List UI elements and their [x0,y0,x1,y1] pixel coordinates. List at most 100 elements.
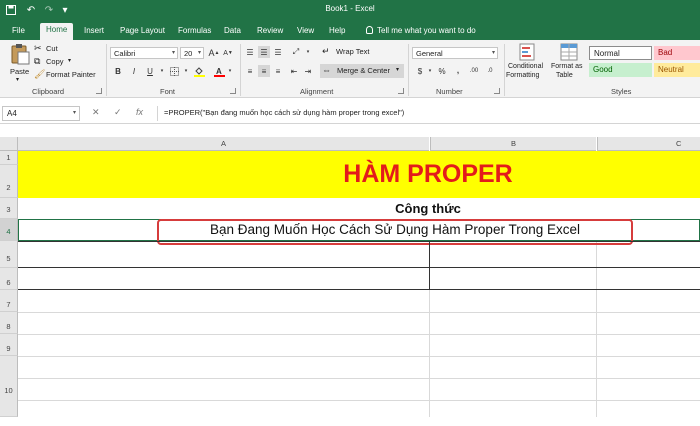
style-good[interactable]: Good [589,63,652,77]
row-header-8[interactable]: 8 [0,312,18,334]
orientation-icon[interactable]: ⤢ [290,46,302,58]
cell-border [429,241,430,290]
font-name-select[interactable]: Calibri ▾ [110,47,178,59]
gridline [18,334,700,335]
result-cell[interactable]: Bạn Đang Muốn Học Cách Sử Dụng Hàm Prope… [157,222,633,237]
align-left-icon[interactable]: ≡ [244,65,256,77]
cell-border [18,267,700,268]
title-cell[interactable]: HÀM PROPER [18,160,700,189]
decrease-indent-icon[interactable]: ⇤ [288,65,300,77]
tab-page-layout[interactable]: Page Layout [114,24,171,40]
name-box[interactable]: A4 ▾ [2,106,80,121]
tab-formulas[interactable]: Formulas [172,24,217,40]
borders-dropdown-icon[interactable]: ▾ [180,65,192,77]
table-label: Table [556,72,573,79]
wrap-text-label: Wrap Text [336,47,370,56]
increase-font-icon[interactable]: A ▲ [208,47,220,59]
name-box-value: A4 [7,109,17,118]
copy-button[interactable]: ⧉ Copy ▾ [34,56,94,68]
number-launcher-icon[interactable] [494,88,500,94]
underline-dropdown-icon[interactable]: ▾ [156,65,168,77]
gridline [18,356,700,357]
style-normal[interactable]: Normal [589,46,652,60]
clipboard-launcher-icon[interactable] [96,88,102,94]
tab-file[interactable]: File [6,24,31,40]
tab-view[interactable]: View [291,24,320,40]
format-as-table-button[interactable]: Format as Table [550,43,588,87]
decrease-font-icon[interactable]: A ▼ [222,47,234,59]
format-painter-button[interactable]: 🖌 Format Painter [34,69,104,81]
comma-button[interactable]: , [452,64,464,76]
increase-indent-icon[interactable]: ⇥ [302,65,314,77]
font-launcher-icon[interactable] [230,88,236,94]
style-neutral[interactable]: Neutral [654,63,700,77]
formula-input[interactable]: =PROPER("Bạn đang muốn học cách sử dụng … [160,106,700,121]
tab-help[interactable]: Help [323,24,351,40]
chevron-down-icon: ▾ [197,50,201,56]
row-header-6[interactable]: 6 [0,268,18,290]
clipboard-group-label: Clipboard [32,87,65,96]
tab-insert[interactable]: Insert [78,24,110,40]
copy-icon: ⧉ [34,56,41,66]
borders-icon[interactable] [168,65,180,77]
orientation-dropdown-icon[interactable]: ▾ [302,46,314,58]
alignment-launcher-icon[interactable] [398,88,404,94]
format-as-table-icon [560,43,578,61]
copy-label: Copy [46,57,64,66]
select-all-corner[interactable] [0,137,18,151]
row-header-9[interactable]: 9 [0,334,18,356]
wrap-text-button[interactable]: ↵ Wrap Text [322,46,392,58]
row-header-7[interactable]: 7 [0,290,18,312]
wrap-text-icon: ↵ [322,46,330,56]
merge-center-button[interactable]: ⇔ Merge & Center ▾ [320,64,404,78]
align-right-icon[interactable]: ≡ [272,65,284,77]
cell-border [18,289,700,290]
window-title: Book1 - Excel [325,4,375,13]
row-header-5[interactable]: 5 [0,241,18,268]
conditional-formatting-button[interactable]: Conditional Formatting [506,43,548,87]
percent-button[interactable]: % [436,65,448,77]
align-middle-icon[interactable]: ☰ [258,46,270,58]
tab-review[interactable]: Review [251,24,289,40]
column-header-c[interactable]: C [597,137,700,151]
font-color-dropdown-icon[interactable]: ▾ [224,65,236,77]
insert-function-icon[interactable]: fx [136,107,143,117]
gridline [18,312,700,313]
row-header-2[interactable]: 2 [0,165,18,198]
paste-dropdown-icon: ▾ [16,77,20,83]
row-header-1[interactable]: 1 [0,151,18,165]
bold-button[interactable]: B [112,65,124,77]
italic-button[interactable]: I [128,65,140,77]
decrease-decimal-icon[interactable]: .0 [484,65,496,77]
number-format-select[interactable]: General ▾ [412,47,498,59]
align-center-icon[interactable]: ≡ [258,65,270,77]
font-size-select[interactable]: 20 ▾ [180,47,204,59]
svg-text:A: A [216,67,222,76]
column-header-b[interactable]: B [430,137,596,151]
tell-me-box[interactable]: Tell me what you want to do [360,24,482,40]
style-bad[interactable]: Bad [654,46,700,60]
align-bottom-icon[interactable]: ☰ [272,46,284,58]
subtitle-cell[interactable]: Công thức [18,201,700,216]
scissors-icon: ✂ [34,43,42,53]
gridline [18,400,700,401]
tab-data[interactable]: Data [218,24,247,40]
underline-button[interactable]: U [144,65,156,77]
tab-home[interactable]: Home [40,23,74,40]
row-header-10[interactable]: 10 [0,356,18,417]
currency-dropdown-icon[interactable]: ▾ [424,65,436,77]
cancel-icon[interactable]: ✕ [92,107,100,118]
enter-icon[interactable]: ✓ [114,107,122,118]
column-header-a[interactable]: A [18,137,429,151]
row-header-3[interactable]: 3 [0,198,18,219]
increase-decimal-icon[interactable]: .00 [468,65,480,77]
group-divider [240,44,241,96]
row-header-4[interactable]: 4 [0,219,18,241]
styles-group-label: Styles [611,87,632,96]
cut-button[interactable]: ✂ Cut [34,43,94,55]
group-divider [408,44,409,96]
format-as-label: Format as [551,63,583,70]
fill-color-icon[interactable] [193,65,205,77]
paste-button[interactable]: Paste ▾ [8,43,32,83]
align-top-icon[interactable]: ☰ [244,46,256,58]
